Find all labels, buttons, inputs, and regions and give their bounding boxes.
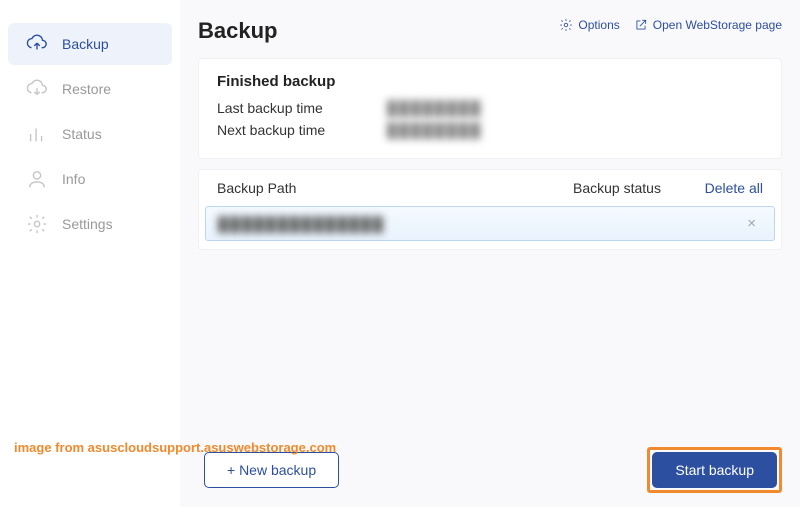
finished-title: Finished backup xyxy=(217,73,763,90)
sidebar: Backup Restore Status Info Settings xyxy=(0,0,180,507)
last-backup-label: Last backup time xyxy=(217,100,387,116)
chart-bar-icon xyxy=(26,123,48,145)
cloud-download-icon xyxy=(26,78,48,100)
external-link-icon xyxy=(634,18,648,32)
last-backup-value: ████████ xyxy=(387,100,482,116)
highlight-annotation: Start backup xyxy=(647,447,782,493)
sidebar-item-status[interactable]: Status xyxy=(8,113,172,155)
backup-path-list: Backup Path Backup status Delete all ███… xyxy=(198,169,782,250)
col-path-header: Backup Path xyxy=(217,180,573,196)
next-backup-row: Next backup time ████████ xyxy=(217,122,763,138)
list-item-path: ██████████████ xyxy=(218,216,572,232)
new-backup-button[interactable]: + New backup xyxy=(204,452,339,488)
start-backup-button[interactable]: Start backup xyxy=(652,452,777,488)
sidebar-item-backup[interactable]: Backup xyxy=(8,23,172,65)
sidebar-item-label: Info xyxy=(62,171,85,187)
close-icon[interactable]: × xyxy=(682,215,762,232)
col-status-header: Backup status xyxy=(573,180,683,196)
finished-backup-card: Finished backup Last backup time ███████… xyxy=(198,58,782,159)
next-backup-label: Next backup time xyxy=(217,122,387,138)
top-links: Options Open WebStorage page xyxy=(559,18,782,32)
sidebar-item-settings[interactable]: Settings xyxy=(8,203,172,245)
sidebar-item-label: Restore xyxy=(62,81,111,97)
gear-icon xyxy=(559,18,573,32)
options-link[interactable]: Options xyxy=(559,18,619,32)
page-title: Backup xyxy=(198,18,277,44)
watermark-text: image from asuscloudsupport.asuswebstora… xyxy=(14,440,336,455)
open-webstorage-link[interactable]: Open WebStorage page xyxy=(634,18,782,32)
topbar: Backup Options Open WebStorage page xyxy=(198,18,782,44)
sidebar-item-label: Status xyxy=(62,126,102,142)
sidebar-item-restore[interactable]: Restore xyxy=(8,68,172,110)
next-backup-value: ████████ xyxy=(387,122,482,138)
main-panel: Backup Options Open WebStorage page Fini… xyxy=(180,0,800,507)
open-webstorage-label: Open WebStorage page xyxy=(653,18,782,32)
gear-icon xyxy=(26,213,48,235)
list-header: Backup Path Backup status Delete all xyxy=(199,170,781,206)
options-label: Options xyxy=(578,18,619,32)
last-backup-row: Last backup time ████████ xyxy=(217,100,763,116)
cloud-upload-icon xyxy=(26,33,48,55)
person-icon xyxy=(26,168,48,190)
sidebar-item-label: Settings xyxy=(62,216,113,232)
sidebar-item-label: Backup xyxy=(62,36,109,52)
list-item[interactable]: ██████████████ × xyxy=(205,206,775,241)
sidebar-item-info[interactable]: Info xyxy=(8,158,172,200)
delete-all-link[interactable]: Delete all xyxy=(683,180,763,196)
